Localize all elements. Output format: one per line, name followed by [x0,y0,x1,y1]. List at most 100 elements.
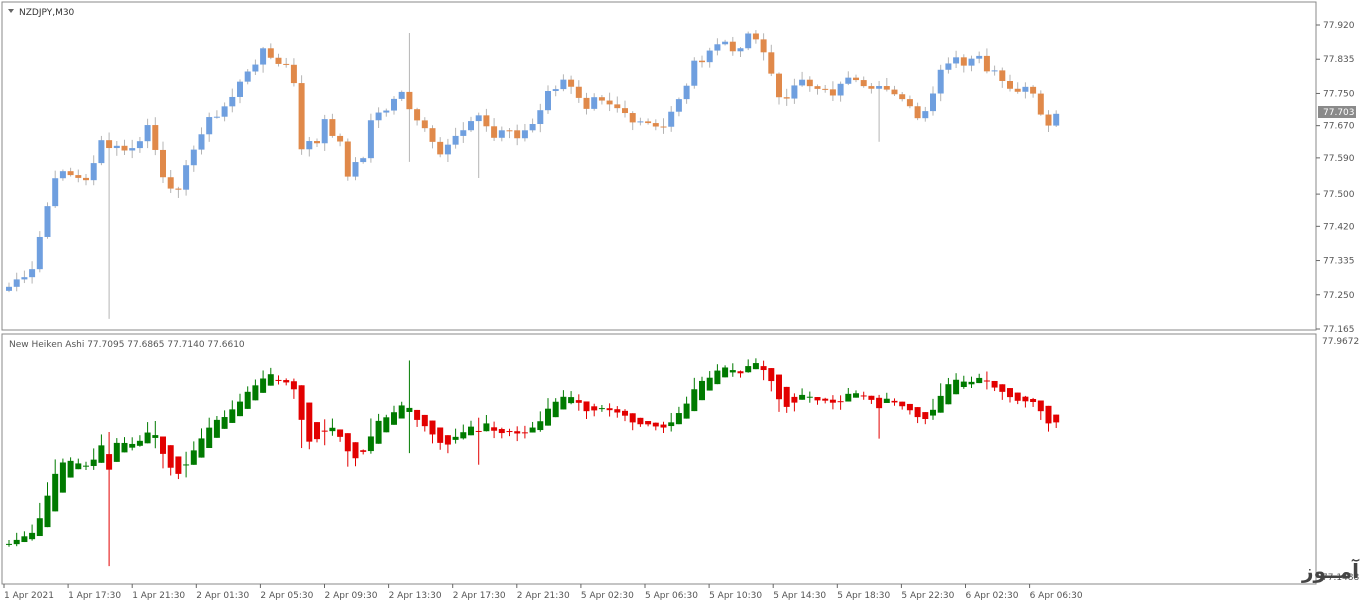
ha-candle [806,396,813,398]
main-candle [98,140,105,164]
main-candle [306,141,313,150]
ha-candle [876,397,883,409]
ha-candle [175,456,182,474]
ha-candle [791,396,798,403]
main-candle [44,206,51,237]
main-candle [90,163,97,181]
ha-candle [906,403,913,411]
time-tick-label: 1 Apr 2021 [4,591,54,601]
main-candle [237,81,243,97]
time-tick-label: 6 Apr 02:30 [966,591,1019,601]
ha-candle [398,405,405,419]
main-candle [837,83,844,96]
ha-candle [514,431,521,434]
ha-candle [568,397,575,404]
ha-candle [960,381,967,388]
main-candle [814,86,821,89]
ha-candle [652,422,659,427]
ha-candle [537,421,544,431]
ha-candle [21,536,28,543]
ha-candle [98,445,105,463]
ha-candle [722,367,729,378]
main-candle [722,41,729,45]
main-candle [660,126,667,128]
ha-candle [306,402,313,442]
ha-candle [475,430,482,432]
time-tick-label: 5 Apr 14:30 [773,591,826,601]
main-candle [1022,86,1029,92]
main-panel-frame [1,1,1317,331]
main-candle [614,104,621,109]
main-candle [252,64,259,72]
ha-candle [983,380,990,382]
main-candle [1007,81,1013,89]
main-candle [13,279,20,287]
ha-candle [1037,400,1044,412]
time-tick-label: 1 Apr 21:30 [132,591,185,601]
main-candle [776,73,782,98]
ha-candle [298,385,305,420]
ha-candle [575,400,582,403]
ha-candle [406,407,413,412]
ha-candle [622,410,628,416]
ha-candle [745,366,752,373]
main-candle [675,99,682,112]
main-candle [121,145,128,151]
price-tick-label: 77.9672 [1322,337,1359,347]
main-candle [960,57,967,66]
main-candle [360,158,367,163]
ha-candle [799,394,806,400]
indicator-label: New Heiken Ashi 77.7095 77.6865 77.7140 … [9,340,245,350]
ha-candle [337,429,344,437]
main-candle [945,63,952,70]
ha-candle [206,427,213,449]
ha-candle [1007,388,1013,398]
ha-candle [44,495,51,528]
ha-candle [244,391,251,409]
main-candle [521,130,528,139]
main-candle [937,69,944,94]
ha-candle [930,409,936,416]
price-tick-label: 77.835 [1323,55,1355,65]
ha-candle [953,379,960,395]
main-candle [398,91,405,99]
ha-candle [837,401,844,403]
ha-candle [591,406,598,411]
time-tick-label: 5 Apr 18:30 [837,591,890,601]
main-candle [437,141,444,155]
main-candle [213,116,220,118]
time-tick-label: 2 Apr 09:30 [325,591,378,601]
ha-candle [421,414,428,427]
main-candle [768,52,775,74]
main-candle [444,144,451,155]
ha-candle [814,397,821,401]
main-candle [706,50,713,63]
ha-candle [267,374,274,386]
ha-candle [167,445,174,468]
main-candle [645,121,652,124]
time-tick-label: 2 Apr 17:30 [453,591,506,601]
ha-candle [529,427,536,433]
ha-candle [922,412,929,420]
time-tick-label: 5 Apr 02:30 [581,591,634,601]
main-candle [914,106,921,119]
ha-candle [668,422,675,427]
main-candle [976,55,983,59]
time-tick-label: 2 Apr 01:30 [196,591,249,601]
ha-candle [452,436,459,440]
main-candle [6,286,12,291]
main-candle [668,111,675,127]
main-candle [421,120,428,129]
main-candle [568,79,575,87]
ha-candle [113,442,120,462]
ha-candle [344,433,351,452]
main-candle [283,63,290,65]
main-candle [652,123,659,127]
main-candle [406,91,413,110]
ha-candle [229,409,236,423]
ha-candle [59,462,66,493]
main-candle [337,135,344,142]
time-tick-label: 5 Apr 22:30 [901,591,954,601]
ha-candle [899,401,906,407]
main-price-axis: 77.920 77.835 77.750 77.670 77.590 77.500 77.4… [1316,21,1355,335]
